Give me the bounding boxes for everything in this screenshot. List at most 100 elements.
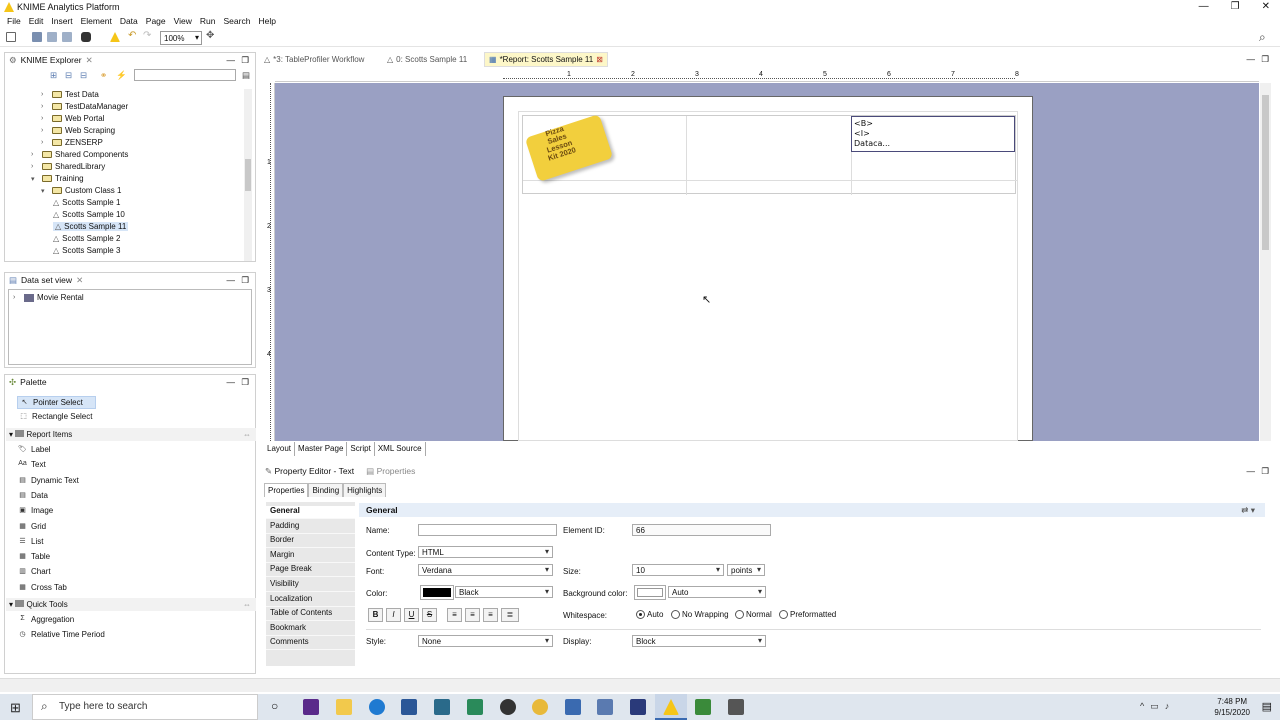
whitespace-normal-radio[interactable]: Normal [735, 610, 772, 619]
report-item-data[interactable]: ▤ Data [18, 491, 48, 500]
restore-icon[interactable]: ⇄ ▾ [1241, 505, 1255, 516]
align-left-button[interactable]: ≡ [447, 608, 462, 622]
explorer-workflow-item[interactable]: △ Scotts Sample 2 [53, 234, 120, 243]
app-icon-6[interactable] [597, 699, 613, 715]
sync-icon[interactable]: ⚡ [116, 70, 127, 81]
fit-icon[interactable]: ✥ [206, 30, 216, 41]
maximize-icon[interactable]: ❐ [241, 275, 249, 286]
display-select[interactable]: Block [632, 635, 766, 647]
size-select[interactable]: 10 [632, 564, 724, 576]
chevron-right-icon[interactable]: › [31, 163, 39, 170]
category-padding[interactable]: Padding [266, 521, 355, 534]
tab-tableprofiler-workflow[interactable]: △ *3: TableProfiler Workflow [264, 55, 364, 64]
chevron-down-icon[interactable]: ▾ [31, 175, 39, 183]
category-table-of-contents[interactable]: Table of Contents [266, 608, 355, 622]
pointer-select-tool[interactable]: ↖ Pointer Select [17, 396, 96, 409]
explorer-folder-item[interactable]: › TestDataManager [41, 102, 128, 111]
tab-layout[interactable]: Layout [264, 442, 296, 456]
maximize-icon[interactable]: ❐ [1261, 466, 1269, 477]
collapse-icon[interactable]: ⊟ [65, 70, 72, 81]
color-swatch-button[interactable] [420, 585, 454, 600]
app-icon-8[interactable] [728, 699, 744, 715]
chevron-right-icon[interactable]: › [41, 91, 49, 98]
italic-button[interactable]: I [386, 608, 401, 622]
bold-button[interactable]: B [368, 608, 383, 622]
chrome-icon[interactable] [532, 699, 548, 715]
tab-xml-source[interactable]: XML Source [375, 442, 426, 456]
pin-icon[interactable]: ⇔ [243, 600, 251, 609]
explorer-folder-item[interactable]: › SharedLibrary [31, 162, 105, 171]
undo-icon[interactable]: ↶ [128, 30, 138, 41]
chevron-right-icon[interactable]: › [31, 151, 39, 158]
notifications-icon[interactable]: ▤ [1262, 700, 1272, 713]
maximize-icon[interactable]: ❐ [241, 377, 249, 388]
report-item-label[interactable]: 🏷 Label [18, 445, 51, 454]
close-icon[interactable]: ✕ [76, 275, 83, 286]
explorer-workflow-item[interactable]: △ Scotts Sample 3 [53, 246, 120, 255]
notepad-icon[interactable] [695, 699, 711, 715]
app-icon-1[interactable] [303, 699, 319, 715]
category-general[interactable]: General [266, 506, 355, 519]
file-explorer-icon[interactable] [336, 699, 352, 715]
explorer-folder-item[interactable]: › Web Portal [41, 114, 104, 123]
close-icon[interactable]: ⊠ [596, 55, 603, 64]
category-localization[interactable]: Localization [266, 594, 355, 607]
text-element[interactable]: <B> <I> Dataca... [851, 116, 1015, 152]
report-item-chart[interactable]: ▥ Chart [18, 567, 50, 576]
zoom-select[interactable]: 100% ▾ [160, 31, 202, 45]
tab-properties[interactable]: Properties [264, 483, 309, 497]
report-item-image[interactable]: ▣ Image [18, 506, 53, 515]
size-unit-select[interactable]: points [727, 564, 765, 576]
tab-script[interactable]: Script [347, 442, 375, 456]
save-icon[interactable] [32, 32, 42, 42]
mountpoint-select[interactable] [134, 69, 236, 81]
explorer-folder-item[interactable]: › Test Data [41, 90, 99, 99]
category-margin[interactable]: Margin [266, 550, 355, 563]
taskbar-search[interactable]: ⌕ Type here to search [32, 694, 258, 720]
report-items-drawer[interactable]: ▾ Report Items ⇔ [6, 428, 256, 441]
quick-tools-drawer[interactable]: ▾ Quick Tools ⇔ [6, 598, 256, 611]
report-logo-image[interactable]: Pizza Sales Lesson Kit 2020 [524, 114, 614, 182]
minimize-icon[interactable]: — [227, 275, 236, 285]
chevron-right-icon[interactable]: › [41, 139, 49, 146]
report-item-table[interactable]: ▦ Table [18, 552, 50, 561]
warning-icon[interactable] [110, 32, 120, 42]
category-page-break[interactable]: Page Break [266, 564, 355, 578]
relative-time-period-tool[interactable]: ◷ Relative Time Period [18, 630, 104, 639]
search-icon[interactable]: ⌕ [1259, 30, 1269, 44]
tab-binding[interactable]: Binding [308, 483, 344, 497]
category-border[interactable]: Border [266, 535, 355, 549]
whitespace-auto-radio[interactable]: Auto [636, 610, 663, 619]
align-right-button[interactable]: ≡ [483, 608, 498, 622]
app-icon-4[interactable] [500, 699, 516, 715]
maximize-icon[interactable]: ❐ [241, 55, 249, 66]
app-icon-7[interactable] [630, 699, 646, 715]
maximize-icon[interactable]: ❐ [1231, 1, 1240, 12]
content-type-select[interactable]: HTML [418, 546, 553, 558]
configure-icon[interactable]: ▤ [242, 70, 250, 81]
task-view-icon[interactable]: ○ [271, 699, 278, 713]
property-editor-tab[interactable]: ✎ Property Editor - Text [265, 466, 354, 477]
menu-view[interactable]: View [170, 15, 196, 29]
report-item-grid[interactable]: ▦ Grid [18, 522, 46, 531]
minimize-icon[interactable]: — [1247, 54, 1256, 64]
menu-page[interactable]: Page [142, 15, 170, 29]
align-center-button[interactable]: ≡ [465, 608, 480, 622]
report-item-list[interactable]: ☰ List [18, 537, 43, 546]
menu-element[interactable]: Element [77, 15, 116, 29]
underline-button[interactable]: U [404, 608, 419, 622]
explorer-workflow-item[interactable]: △ Scotts Sample 11 [53, 222, 129, 231]
tray-icons[interactable]: ^▭♪ [1140, 701, 1175, 712]
background-color-select[interactable]: Auto [668, 586, 766, 598]
app-icon-5[interactable] [565, 699, 581, 715]
category-comments[interactable]: Comments [266, 637, 355, 651]
color-select[interactable]: Black [455, 586, 553, 598]
menu-insert[interactable]: Insert [47, 15, 76, 29]
menu-edit[interactable]: Edit [25, 15, 48, 29]
chevron-down-icon[interactable]: ▾ [41, 187, 49, 195]
report-item-text[interactable]: Aa Text [18, 460, 45, 469]
close-icon[interactable]: ✕ [86, 55, 93, 66]
chevron-right-icon[interactable]: › [41, 103, 49, 110]
whitespace-preformatted-radio[interactable]: Preformatted [779, 610, 836, 619]
font-select[interactable]: Verdana [418, 564, 553, 576]
